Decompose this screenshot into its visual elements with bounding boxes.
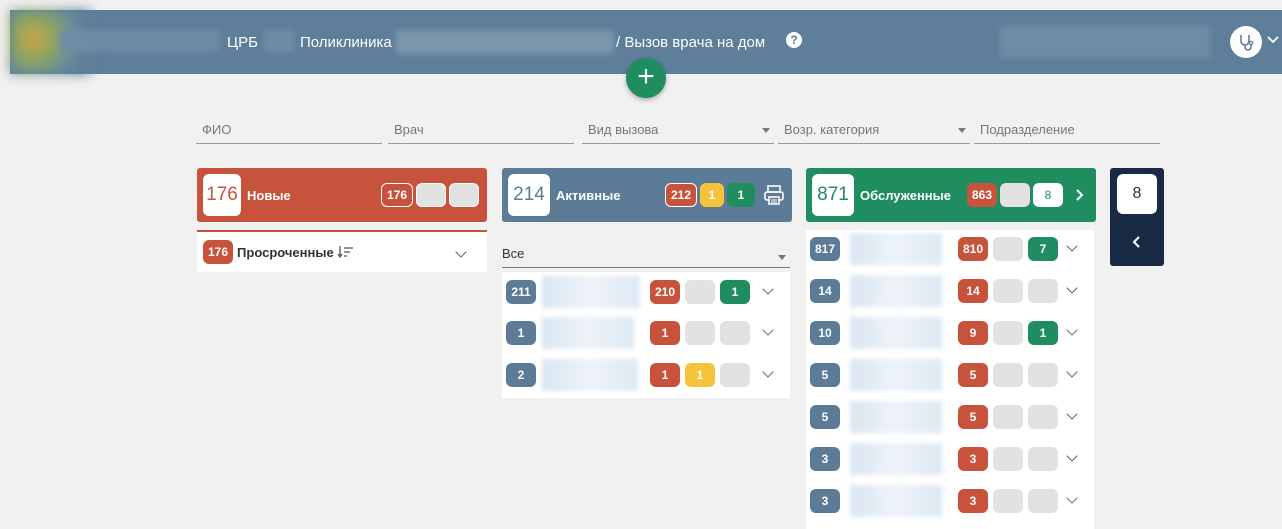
collapsed-column[interactable]: 8 — [1110, 168, 1164, 266]
active-filter-select[interactable]: Все — [502, 240, 790, 268]
column-title: Новые — [247, 187, 291, 203]
list-item[interactable]: 2 1 1 — [506, 356, 786, 394]
page-title: / Вызов врача на дом — [616, 34, 766, 51]
overdue-count: 176 — [203, 240, 234, 264]
caret-down-icon — [958, 128, 966, 133]
chevron-down-icon[interactable] — [762, 324, 774, 336]
redacted-region — [60, 30, 220, 52]
org-name: ЦРБ — [227, 34, 258, 51]
overdue-group[interactable]: 176 Просроченные — [197, 230, 487, 272]
chevron-down-icon[interactable] — [1066, 450, 1078, 462]
call-type-filter[interactable]: Вид вызова — [582, 114, 774, 144]
printer-icon[interactable] — [762, 183, 786, 207]
redacted-region — [264, 30, 294, 52]
chevron-down-icon[interactable] — [762, 366, 774, 378]
doctor-filter[interactable]: Врач — [388, 114, 574, 144]
list-item[interactable]: 817 810 7 — [810, 230, 1090, 268]
chevron-down-icon[interactable] — [455, 246, 467, 258]
chevron-down-icon[interactable] — [1066, 324, 1078, 336]
warning-badge — [416, 183, 446, 207]
redacted-doctor — [542, 276, 640, 308]
collapsed-count: 8 — [1117, 174, 1157, 214]
redacted-doctor — [542, 317, 634, 349]
warning-badge — [1000, 183, 1030, 207]
clinic-name: Поликлиника — [300, 34, 392, 51]
redacted-doctor — [542, 359, 638, 391]
list-item[interactable]: 10 9 1 — [810, 314, 1090, 352]
caret-down-icon — [778, 255, 786, 260]
ok-badge: 1 — [727, 183, 755, 207]
served-list: 817 810 7 14 14 10 9 1 5 5 5 5 3 3 3 3 — [806, 230, 1094, 529]
chevron-down-icon[interactable] — [1066, 282, 1078, 294]
list-item[interactable]: 3 3 — [810, 482, 1090, 520]
ok-badge — [449, 183, 479, 207]
chevron-down-icon[interactable] — [1066, 492, 1078, 504]
list-item[interactable]: 211 210 1 — [506, 273, 786, 311]
add-call-button[interactable]: + — [626, 58, 666, 98]
chevron-down-icon[interactable] — [1066, 408, 1078, 420]
active-count: 214 — [508, 174, 550, 216]
column-served-header[interactable]: 871 Обслуженные 863 8 — [806, 168, 1096, 222]
redacted-user-region — [1000, 26, 1210, 58]
fio-filter[interactable]: ФИО — [196, 114, 382, 144]
column-title: Активные — [556, 187, 621, 203]
question-circle-icon[interactable]: ? — [786, 32, 802, 48]
warning-badge: 1 — [700, 183, 724, 207]
active-list: 211 210 1 1 1 2 1 1 — [502, 272, 790, 398]
list-item[interactable]: 5 5 — [810, 356, 1090, 394]
list-item[interactable]: 3 3 — [810, 440, 1090, 478]
new-count: 176 — [203, 174, 241, 216]
overdue-badge: 863 — [967, 183, 997, 207]
list-item[interactable]: 14 14 — [810, 272, 1090, 310]
chevron-right-icon[interactable] — [1072, 187, 1088, 203]
redacted-region — [396, 30, 614, 54]
sort-desc-icon[interactable] — [337, 245, 354, 259]
overdue-label: Просроченные — [237, 244, 334, 260]
ok-badge: 8 — [1033, 183, 1063, 207]
column-new-header[interactable]: 176 Новые 176 — [197, 168, 487, 222]
chevron-down-icon[interactable] — [1266, 32, 1280, 46]
column-title: Обслуженные — [860, 187, 951, 203]
chevron-down-icon[interactable] — [762, 283, 774, 295]
caret-down-icon — [762, 128, 770, 133]
age-category-filter[interactable]: Возр. категория — [778, 114, 970, 144]
chevron-down-icon[interactable] — [1066, 366, 1078, 378]
overdue-badge: 176 — [380, 183, 413, 207]
chevron-down-icon[interactable] — [1066, 240, 1078, 252]
chevron-left-icon[interactable] — [1130, 235, 1144, 249]
stethoscope-icon[interactable] — [1230, 26, 1262, 58]
overdue-badge: 212 — [664, 183, 697, 207]
list-item[interactable]: 1 1 — [506, 314, 786, 352]
column-active-header[interactable]: 214 Активные 212 1 1 — [502, 168, 792, 222]
department-filter[interactable]: Подразделение — [974, 114, 1160, 144]
list-item[interactable]: 5 5 — [810, 398, 1090, 436]
served-count: 871 — [812, 174, 854, 216]
